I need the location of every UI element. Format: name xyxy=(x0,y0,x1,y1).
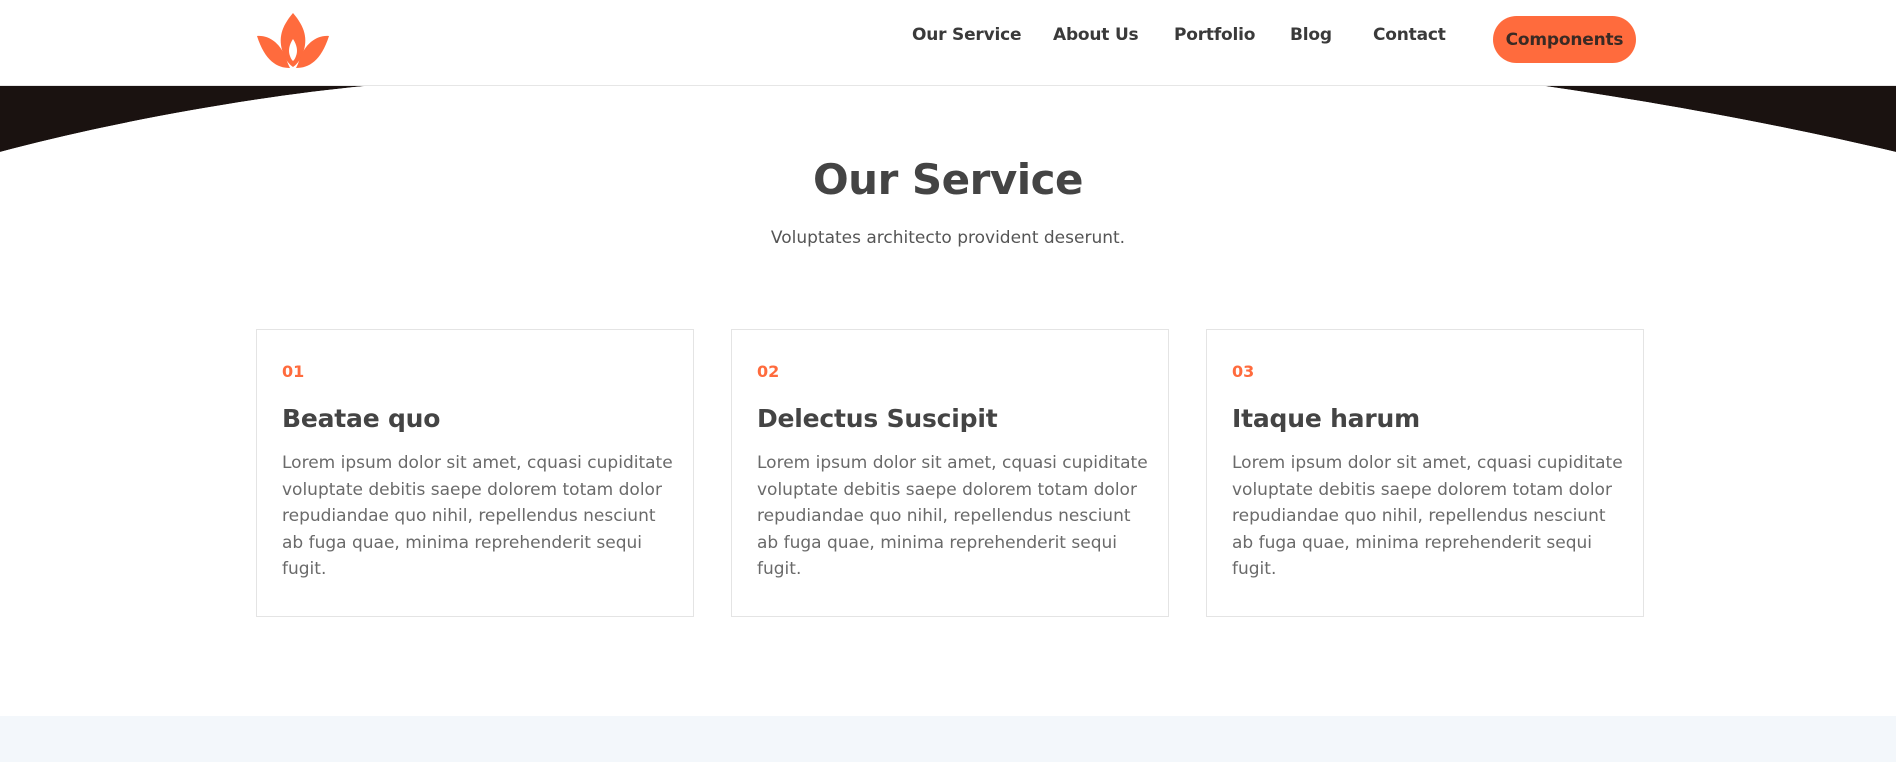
nav-link-portfolio[interactable]: Portfolio xyxy=(1174,25,1255,45)
card-number: 02 xyxy=(757,362,780,381)
service-card: 01 Beatae quo Lorem ipsum dolor sit amet… xyxy=(256,329,694,617)
card-title: Beatae quo xyxy=(282,404,441,433)
nav-link-about-us[interactable]: About Us xyxy=(1053,25,1139,45)
lotus-flame-logo-icon[interactable] xyxy=(255,11,331,69)
section-subtitle: Voluptates architecto provident deserunt… xyxy=(770,228,1126,248)
nav-link-blog[interactable]: Blog xyxy=(1290,25,1332,45)
card-number: 01 xyxy=(282,362,305,381)
card-title: Itaque harum xyxy=(1232,404,1420,433)
section-title: Our Service xyxy=(812,155,1084,204)
nav-link-our-service[interactable]: Our Service xyxy=(912,25,1022,45)
site-header: Our Service About Us Portfolio Blog Cont… xyxy=(0,0,1896,86)
card-title: Delectus Suscipit xyxy=(757,404,998,433)
service-card: 02 Delectus Suscipit Lorem ipsum dolor s… xyxy=(731,329,1169,617)
components-button[interactable]: Components xyxy=(1493,16,1636,63)
card-text: Lorem ipsum dolor sit amet, cquasi cupid… xyxy=(757,453,1148,579)
nav-link-contact[interactable]: Contact xyxy=(1373,25,1446,45)
hero-curve-band xyxy=(0,86,1896,156)
card-text: Lorem ipsum dolor sit amet, cquasi cupid… xyxy=(1232,453,1623,579)
card-number: 03 xyxy=(1232,362,1255,381)
service-card: 03 Itaque harum Lorem ipsum dolor sit am… xyxy=(1206,329,1644,617)
next-section-band xyxy=(0,716,1896,762)
card-text: Lorem ipsum dolor sit amet, cquasi cupid… xyxy=(282,453,673,579)
